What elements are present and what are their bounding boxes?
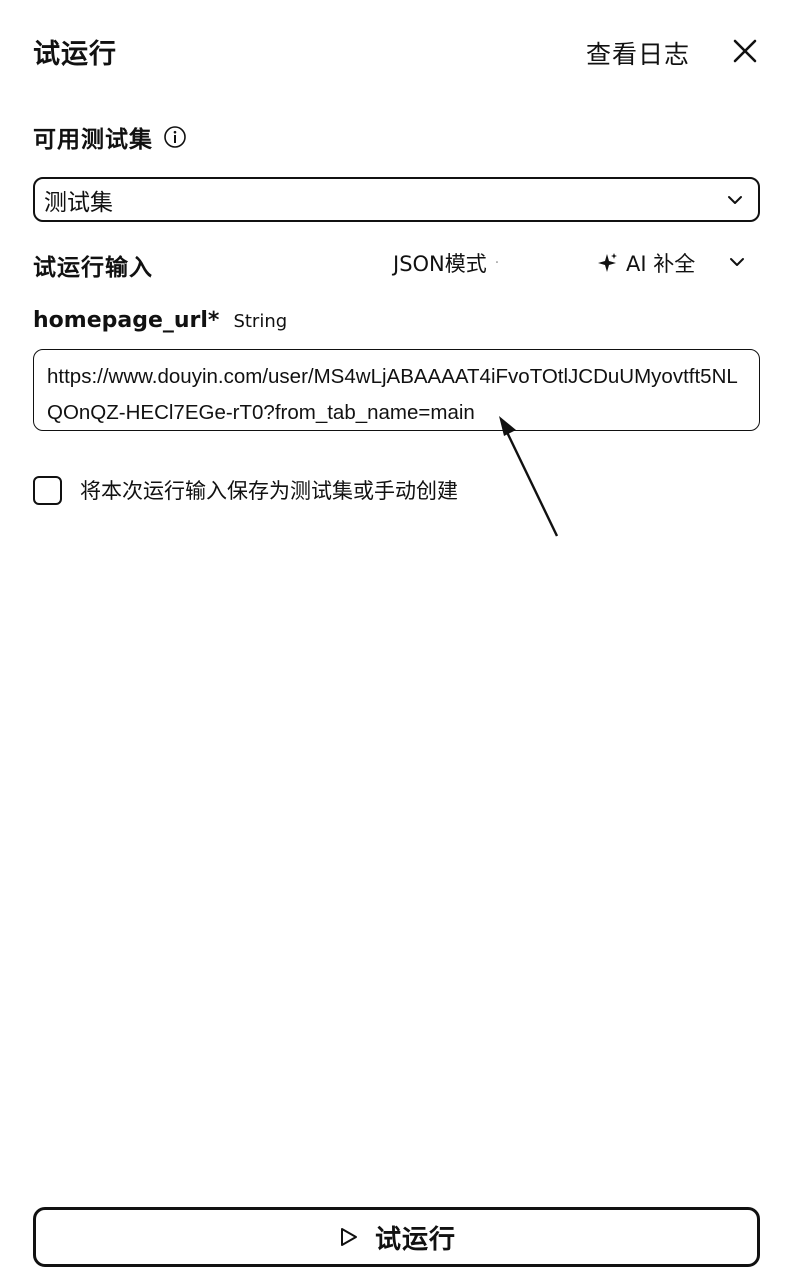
info-icon[interactable] bbox=[163, 125, 187, 149]
sparkle-icon bbox=[598, 253, 617, 272]
page-title: 试运行 bbox=[33, 39, 117, 70]
ai-complete-label: AI 补全 bbox=[626, 252, 696, 276]
homepage-url-input[interactable]: https://www.douyin.com/user/MS4wLjABAAAA… bbox=[33, 349, 760, 431]
save-as-testset-label: 将本次运行输入保存为测试集或手动创建 bbox=[80, 479, 458, 503]
ai-complete-button[interactable]: AI 补全 bbox=[596, 248, 695, 278]
run-button-label: 试运行 bbox=[374, 1224, 456, 1255]
testset-selected-value: 测试集 bbox=[44, 189, 113, 216]
chevron-down-icon bbox=[728, 195, 742, 204]
chevron-down-icon[interactable] bbox=[727, 252, 747, 272]
run-button[interactable]: 试运行 bbox=[33, 1207, 760, 1267]
save-as-testset-option[interactable]: 将本次运行输入保存为测试集或手动创建 bbox=[33, 475, 458, 505]
testset-label: 可用测试集 bbox=[33, 127, 153, 153]
json-mode-label: JSON模式 bbox=[393, 252, 487, 276]
run-input-title: 试运行输入 bbox=[33, 255, 153, 281]
view-log-link[interactable]: 查看日志 bbox=[586, 35, 690, 71]
play-icon bbox=[340, 1228, 357, 1246]
annotation-arrow bbox=[499, 416, 559, 537]
save-as-testset-checkbox[interactable] bbox=[33, 475, 62, 505]
close-icon[interactable] bbox=[728, 34, 762, 68]
run-input-header: 试运行输入 JSON模式 · AI 补全 bbox=[33, 248, 760, 281]
field-label: homepage_url* String bbox=[33, 308, 287, 333]
json-mode-toggle[interactable]: JSON模式 · bbox=[393, 248, 502, 278]
testset-select[interactable]: 测试集 bbox=[33, 177, 760, 222]
json-mode-indicator: · bbox=[494, 255, 503, 271]
field-type: String bbox=[233, 311, 288, 332]
test-run-panel: 试运行 查看日志 可用测试集 测试集 试运行输入 JSON模式 · AI 补全 bbox=[0, 0, 791, 1280]
testset-section: 可用测试集 bbox=[33, 120, 187, 154]
field-name: homepage_url* bbox=[33, 308, 220, 333]
homepage-url-value: https://www.douyin.com/user/MS4wLjABAAAA… bbox=[47, 365, 738, 424]
